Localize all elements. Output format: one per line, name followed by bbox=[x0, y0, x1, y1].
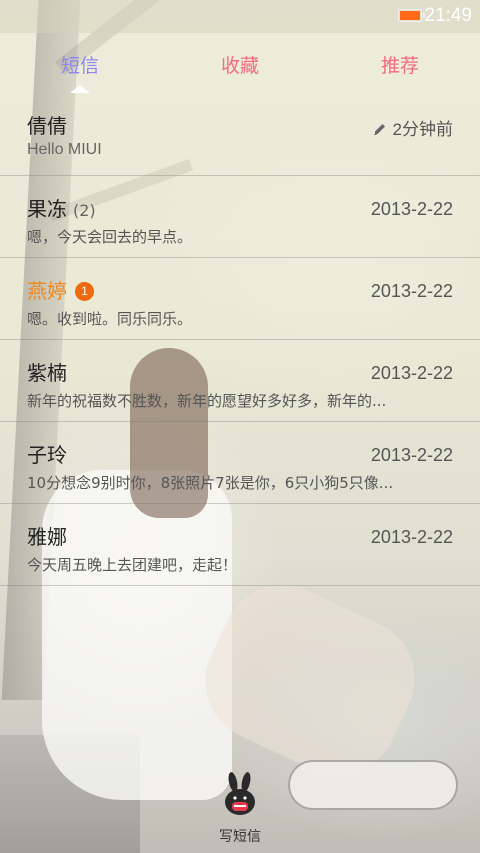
thread-row[interactable]: 雅娜 2013-2-22 今天周五晚上去团建吧，走起！ bbox=[0, 504, 480, 586]
pencil-icon bbox=[374, 124, 385, 135]
thread-time: 2013-2-22 bbox=[370, 445, 453, 465]
thread-preview: 新年的祝福数不胜数，新年的愿望好多好多，新年的... bbox=[27, 392, 387, 410]
thread-list: 倩倩 2分钟前 Hello MIUI 果冻 (2) 2013-2-22 嗯，今天会… bbox=[0, 93, 480, 586]
thread-time: 2013-2-22 bbox=[370, 199, 453, 219]
thread-time: 2013-2-22 bbox=[370, 527, 453, 547]
thread-count: (2) bbox=[73, 201, 96, 220]
bunny-compose-icon bbox=[225, 772, 255, 815]
thread-preview: 今天周五晚上去团建吧，走起！ bbox=[27, 556, 238, 574]
tab-indicator bbox=[70, 85, 90, 93]
unread-badge: 1 bbox=[75, 282, 94, 301]
tab-favorites[interactable]: 收藏 bbox=[180, 51, 300, 78]
compose-button[interactable]: 写短信 bbox=[204, 772, 276, 853]
thread-row[interactable]: 倩倩 2分钟前 Hello MIUI bbox=[0, 93, 480, 176]
battery-icon bbox=[398, 9, 425, 22]
status-bar: 21:49 bbox=[0, 0, 480, 33]
thread-row[interactable]: 子玲 2013-2-22 10分想念9别时你，8张照片7张是你，6只小狗5只像.… bbox=[0, 422, 480, 504]
thread-name: 紫楠 bbox=[27, 361, 67, 385]
thread-name-text: 果冻 bbox=[27, 197, 67, 221]
thread-time-text: 2分钟前 bbox=[392, 120, 453, 139]
thread-name: 倩倩 bbox=[27, 114, 67, 138]
thread-row[interactable]: 燕婷 1 2013-2-22 嗯。收到啦。同乐同乐。 bbox=[0, 258, 480, 340]
thread-name: 雅娜 bbox=[27, 525, 67, 549]
thread-row[interactable]: 果冻 (2) 2013-2-22 嗯，今天会回去的早点。 bbox=[0, 176, 480, 258]
tab-bar: 短信 收藏 推荐 bbox=[0, 33, 480, 93]
thread-preview: 10分想念9别时你，8张照片7张是你，6只小狗5只像... bbox=[27, 474, 394, 492]
thread-name: 果冻 (2) bbox=[27, 193, 96, 222]
tab-recommend[interactable]: 推荐 bbox=[340, 51, 460, 78]
thread-name-text: 燕婷 bbox=[27, 279, 67, 303]
tab-sms[interactable]: 短信 bbox=[20, 51, 140, 78]
thread-time: 2013-2-22 bbox=[370, 363, 453, 383]
thread-row[interactable]: 紫楠 2013-2-22 新年的祝福数不胜数，新年的愿望好多好多，新年的... bbox=[0, 340, 480, 422]
thread-preview: 嗯，今天会回去的早点。 bbox=[27, 228, 193, 246]
thread-preview: 嗯。收到啦。同乐同乐。 bbox=[27, 310, 193, 328]
thread-name: 燕婷 1 bbox=[27, 275, 94, 304]
thread-time: 2013-2-22 bbox=[370, 281, 453, 301]
compose-label: 写短信 bbox=[219, 829, 261, 845]
thread-time: 2分钟前 bbox=[373, 115, 453, 140]
thread-name: 子玲 bbox=[27, 443, 67, 467]
thread-preview: Hello MIUI bbox=[27, 141, 102, 158]
status-time: 21:49 bbox=[424, 5, 472, 26]
